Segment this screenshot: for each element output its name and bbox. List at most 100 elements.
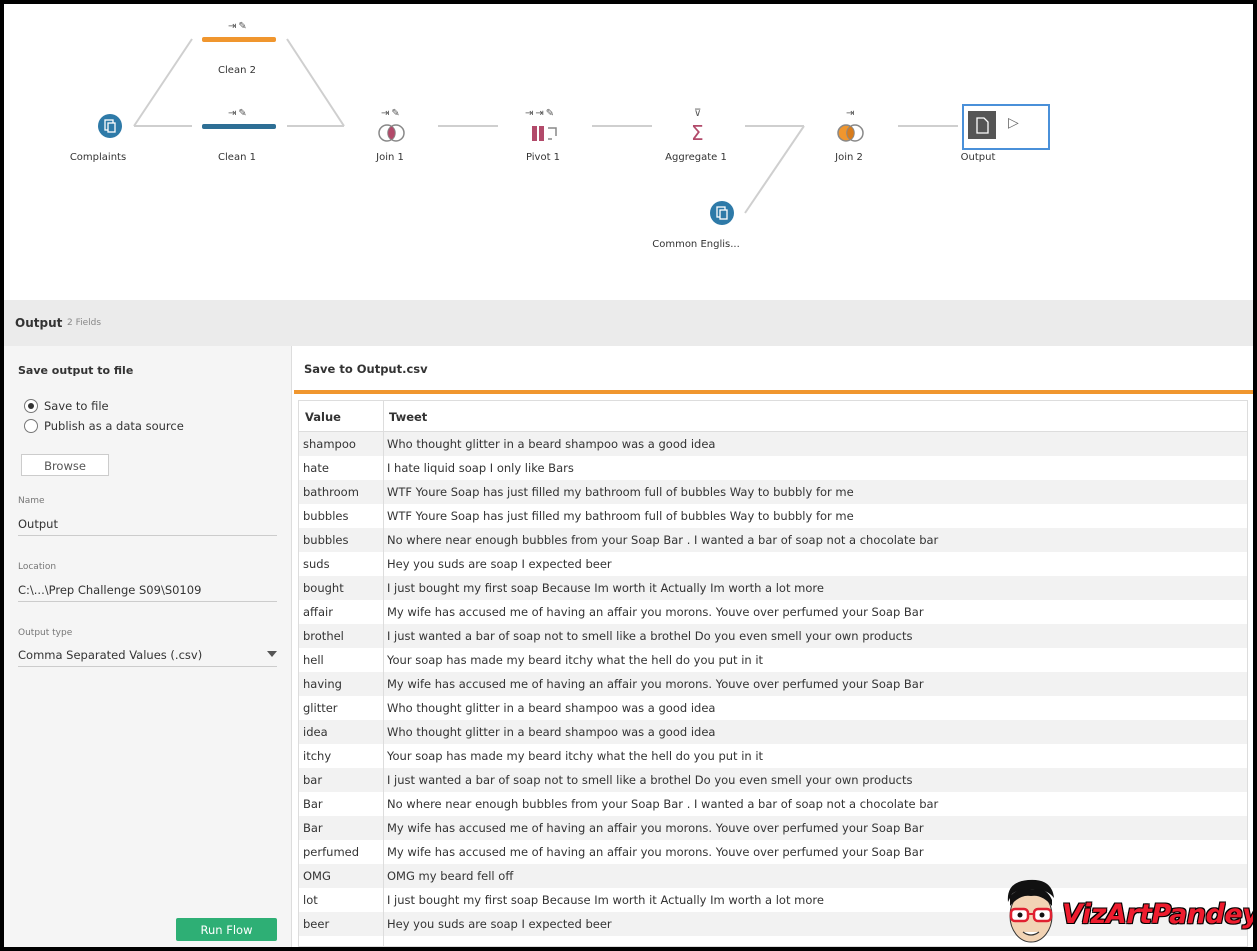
table-row[interactable]: bubbles WTF Youre Soap has just filled my… (299, 504, 1247, 528)
value-cell: hate (303, 461, 329, 475)
table-row[interactable]: Bar No where near enough bubbles from you… (299, 792, 1247, 816)
tweet-cell: My wife has accused me of having an affa… (387, 845, 924, 859)
location-field[interactable]: C:\...\Prep Challenge S09\S0109 (18, 583, 277, 602)
tweet-cell: No where near enough bubbles from your S… (387, 797, 939, 811)
column-divider (383, 401, 384, 946)
output-type-select[interactable]: Comma Separated Values (.csv) (18, 648, 277, 667)
value-cell: shampoo (303, 437, 356, 451)
output-node[interactable]: ▷ (962, 104, 1050, 150)
value-cell: idea (303, 725, 328, 739)
tweet-cell: I just wanted a bar of soap not to smell… (387, 773, 913, 787)
tweet-cell: Who thought glitter in a beard shampoo w… (387, 437, 716, 451)
tweet-cell: I just bought my first soap Because Im w… (387, 893, 824, 907)
table-row[interactable]: bubbles No where near enough bubbles from… (299, 528, 1247, 552)
table-row[interactable]: hate I hate liquid soap I only like Bars (299, 456, 1247, 480)
value-cell: affair (303, 605, 333, 619)
accent-divider (294, 390, 1253, 394)
table-row[interactable]: brothel I just wanted a bar of soap not t… (299, 624, 1247, 648)
tweet-cell: No where near enough bubbles from your S… (387, 533, 939, 547)
cartoon-face-logo (1007, 879, 1054, 943)
tweet-cell: I just wanted a bar of soap not to smell… (387, 629, 913, 643)
join-icon[interactable] (377, 122, 407, 144)
table-row[interactable]: bought I just bought my first soap Becaus… (299, 576, 1247, 600)
table-row[interactable]: OMG OMG my beard fell off (299, 864, 1247, 888)
table-row[interactable]: suds Hey you suds are soap I expected bee… (299, 552, 1247, 576)
value-cell: lot (303, 893, 318, 907)
pivot1-label: Pivot 1 (525, 152, 561, 163)
save-to-file-label[interactable]: Save to file (44, 399, 109, 413)
table-row[interactable]: Bar My wife has accused me of having an a… (299, 816, 1247, 840)
tweet-cell: I just bought my first soap Because Im w… (387, 581, 824, 595)
value-cell: hell (303, 653, 324, 667)
tweet-cell: OMG my beard fell off (387, 869, 514, 883)
clean1-change-icons: ⇥✎ (228, 108, 249, 119)
table-row[interactable]: perfumed My wife has accused me of having… (299, 840, 1247, 864)
data-grid[interactable]: Value Tweet shampoo Who thought glitter i… (298, 400, 1248, 947)
data-source-icon (104, 119, 116, 133)
publish-label[interactable]: Publish as a data source (44, 419, 184, 433)
flow-canvas[interactable]: Complaints ⇥✎ Clean 2 ⇥✎ Clean 1 ⇥✎ Join… (4, 4, 1253, 300)
clean2-change-icons: ⇥✎ (228, 21, 249, 32)
table-row[interactable]: affair My wife has accused me of having a… (299, 600, 1247, 624)
tweet-cell: My wife has accused me of having an affa… (387, 821, 924, 835)
join-icon[interactable] (836, 122, 866, 144)
common-english-label: Common Englis... (652, 239, 740, 250)
run-flow-button[interactable]: Run Flow (176, 918, 277, 941)
table-row[interactable]: bar I just wanted a bar of soap not to sm… (299, 768, 1247, 792)
settings-heading: Save output to file (18, 364, 134, 377)
column-header-value[interactable]: Value (305, 410, 341, 424)
table-row[interactable]: hell Your soap has made my beard itchy wh… (299, 648, 1247, 672)
table-row[interactable]: having My wife has accused me of having a… (299, 672, 1247, 696)
tweet-cell: Who thought glitter in a beard shampoo w… (387, 725, 716, 739)
column-header-tweet[interactable]: Tweet (389, 410, 427, 424)
clean1-label: Clean 1 (218, 152, 256, 163)
value-cell: bought (303, 581, 344, 595)
join2-label: Join 2 (835, 152, 863, 163)
chevron-down-icon[interactable] (267, 651, 277, 657)
output-type-label: Output type (18, 628, 73, 638)
clean2-node[interactable] (202, 37, 276, 42)
file-icon (968, 111, 996, 139)
tweet-cell: WTF Youre Soap has just filled my bathro… (387, 509, 854, 523)
play-icon[interactable]: ▷ (1008, 115, 1019, 131)
value-cell: OMG (303, 869, 331, 883)
name-label: Name (18, 496, 45, 506)
save-to-file-radio[interactable] (24, 399, 38, 413)
browse-button[interactable]: Browse (21, 454, 109, 476)
value-cell: itchy (303, 749, 332, 763)
filter-icon: ⊽ (694, 108, 704, 119)
name-field[interactable]: Output (18, 517, 277, 536)
tweet-cell: Your soap has made my beard itchy what t… (387, 653, 764, 667)
table-row[interactable]: bathroom WTF Youre Soap has just filled m… (299, 480, 1247, 504)
clean2-label: Clean 2 (218, 65, 256, 76)
table-row[interactable]: idea Who thought glitter in a beard shamp… (299, 720, 1247, 744)
step-toolbar: Output 2 Fields (4, 300, 1253, 347)
table-row[interactable]: itchy Your soap has made my beard itchy w… (299, 744, 1247, 768)
brand-logo-text: VizArtPandey (1062, 899, 1253, 930)
table-row[interactable]: shampoo Who thought glitter in a beard sh… (299, 432, 1247, 456)
output-preview-panel: Save to Output.csv Value Tweet shampoo Wh… (292, 346, 1253, 947)
table-row[interactable]: glitter Who thought glitter in a beard sh… (299, 696, 1247, 720)
value-cell: perfumed (303, 845, 360, 859)
tweet-cell: WTF Youre Soap has just filled my bathro… (387, 485, 854, 499)
data-source-icon (716, 206, 728, 220)
join2-change-icons: ⇥ (846, 108, 857, 119)
grid-header: Value Tweet (299, 401, 1247, 432)
pivot-icon[interactable] (531, 124, 559, 144)
tweet-cell: Hey you suds are soap I expected beer (387, 917, 612, 931)
value-cell: bubbles (303, 509, 349, 523)
publish-radio[interactable] (24, 419, 38, 433)
location-label: Location (18, 562, 57, 572)
clean1-node[interactable] (202, 124, 276, 129)
field-count: 2 Fields (67, 318, 102, 328)
tweet-cell: My wife has accused me of having an affa… (387, 677, 924, 691)
value-cell: brothel (303, 629, 344, 643)
tweet-cell: Hey you suds are soap I expected beer (387, 557, 612, 571)
tweet-cell: Your soap has made my beard itchy what t… (387, 749, 764, 763)
complaints-input-node[interactable] (98, 114, 122, 138)
value-cell: Bar (303, 821, 323, 835)
sigma-icon[interactable]: Σ (691, 121, 704, 145)
common-english-input-node[interactable] (710, 201, 734, 225)
value-cell: Bar (303, 797, 323, 811)
value-cell: glitter (303, 701, 338, 715)
